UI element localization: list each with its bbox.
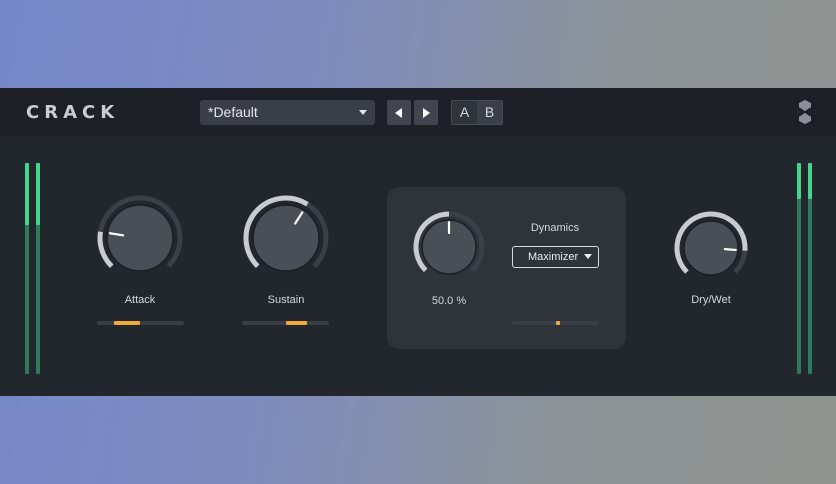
app-logo: CRACK (26, 102, 120, 123)
triangle-left-icon (395, 108, 402, 118)
sustain-knob[interactable] (236, 188, 336, 288)
sustain-slider-fill (285, 321, 308, 325)
sustain-label: Sustain (267, 294, 305, 306)
header-bar: CRACK *Default A B (0, 88, 836, 136)
output-meter-right (808, 163, 812, 374)
dynamics-slider[interactable] (512, 321, 599, 325)
amount-value: 50.0 % (431, 295, 467, 307)
attack-label: Attack (124, 294, 156, 306)
previous-preset-button[interactable] (387, 100, 411, 125)
dynamics-panel: 50.0 % Dynamics Maximizer (387, 187, 626, 349)
attack-knob[interactable] (90, 188, 190, 288)
attack-knob-body (106, 204, 174, 272)
drywet-knob-body (683, 220, 739, 276)
dry-wet-label: Dry/Wet (691, 294, 731, 306)
dynamics-title: Dynamics (530, 222, 580, 234)
dynamics-slider-fill (555, 321, 560, 325)
dynamics-mode-dropdown[interactable]: Maximizer (512, 246, 599, 268)
b-button[interactable]: B (477, 101, 502, 124)
plugin-window: CRACK *Default A B Attack Sustain 50.0 %… (0, 88, 836, 396)
drywet-knob-pointer (723, 248, 737, 252)
ab-compare-group: A B (451, 100, 503, 125)
dry-wet-knob[interactable] (671, 208, 751, 288)
caret-down-icon (359, 110, 367, 115)
input-meter-left (25, 163, 29, 374)
triangle-right-icon (423, 108, 430, 118)
caret-down-icon (584, 254, 592, 259)
crack-logo-icon (798, 100, 812, 124)
next-preset-button[interactable] (414, 100, 438, 125)
preset-name: *Default (208, 104, 258, 120)
attack-slider-fill (114, 321, 141, 325)
a-button[interactable]: A (452, 101, 477, 124)
amount-knob[interactable] (409, 207, 489, 287)
input-meter-right (36, 163, 40, 374)
dynamics-mode-value: Maximizer (528, 251, 579, 263)
sustain-knob-body (252, 204, 320, 272)
preset-selector[interactable]: *Default (200, 100, 375, 125)
sustain-slider[interactable] (242, 321, 329, 325)
output-meter-left (797, 163, 801, 374)
attack-slider[interactable] (97, 321, 184, 325)
